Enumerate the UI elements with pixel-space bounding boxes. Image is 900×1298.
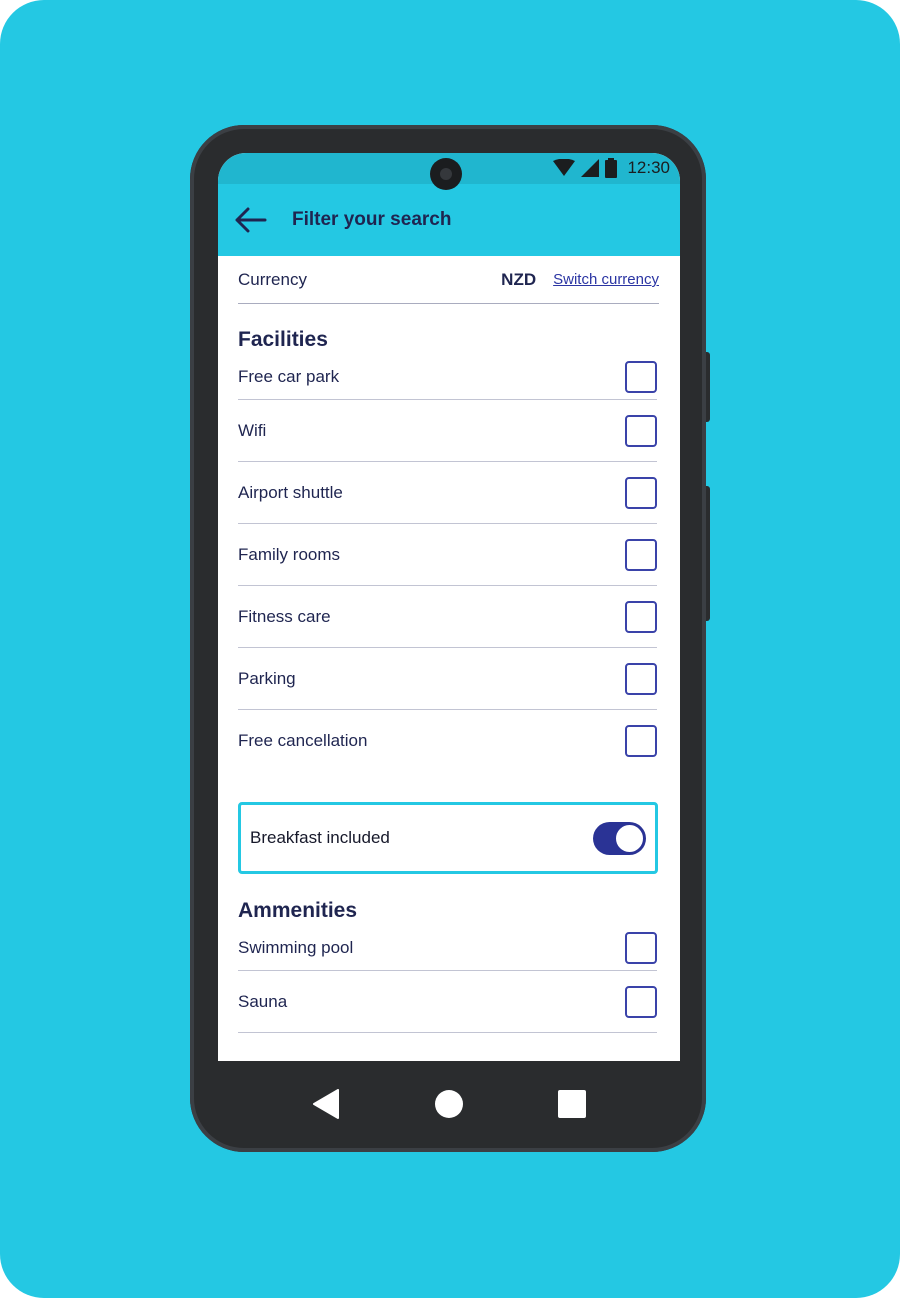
currency-row: Currency NZD Switch currency — [238, 256, 659, 304]
filter-content: Currency NZD Switch currency Facilities … — [238, 256, 660, 1033]
facility-row[interactable]: Parking — [238, 648, 657, 710]
facility-row[interactable]: Wifi — [238, 400, 657, 462]
status-time: 12:30 — [627, 158, 670, 177]
facility-label: Family rooms — [238, 544, 341, 564]
facility-label: Wifi — [238, 420, 267, 440]
nav-home-button[interactable] — [429, 1084, 469, 1124]
arrow-left-icon — [235, 207, 267, 233]
breakfast-toggle[interactable] — [593, 821, 646, 855]
wifi-checkbox[interactable] — [625, 414, 657, 447]
free-car-park-checkbox[interactable] — [625, 360, 657, 393]
breakfast-toggle-card[interactable]: Breakfast included — [238, 802, 658, 874]
free-cancellation-checkbox[interactable] — [625, 725, 657, 757]
signal-icon — [581, 159, 600, 177]
nav-back-icon — [312, 1088, 339, 1119]
facility-row[interactable]: Fitness care — [238, 586, 657, 648]
facility-row[interactable]: Free car park — [238, 354, 657, 400]
currency-label: Currency — [238, 269, 307, 289]
ammenity-row[interactable]: Sauna — [238, 971, 657, 1033]
facility-row[interactable]: Airport shuttle — [238, 462, 657, 524]
back-button[interactable] — [220, 184, 280, 256]
battery-icon — [605, 158, 618, 178]
ammenity-label: Sauna — [238, 991, 288, 1011]
family-rooms-checkbox[interactable] — [625, 538, 657, 571]
airport-shuttle-checkbox[interactable] — [625, 476, 657, 509]
page-title: Filter your search — [292, 209, 452, 230]
parking-checkbox[interactable] — [625, 662, 657, 695]
nav-back-button[interactable] — [306, 1084, 346, 1124]
breakfast-label: Breakfast included — [250, 828, 390, 847]
system-nav-bar — [218, 1061, 680, 1146]
toggle-knob — [615, 823, 644, 853]
switch-currency-link[interactable]: Switch currency — [553, 271, 659, 288]
currency-code: NZD — [501, 269, 537, 289]
wifi-icon — [553, 159, 576, 176]
facility-row[interactable]: Free cancellation — [238, 710, 657, 772]
nav-recents-icon — [558, 1089, 587, 1118]
sauna-checkbox[interactable] — [625, 985, 657, 1018]
status-bar: 12:30 — [218, 153, 680, 190]
nav-recents-button[interactable] — [552, 1084, 592, 1124]
status-icons: 12:30 — [553, 157, 670, 179]
nav-home-icon — [434, 1089, 463, 1118]
ammenity-row[interactable]: Swimming pool — [238, 925, 657, 971]
ammenity-label: Swimming pool — [238, 937, 354, 957]
front-camera — [430, 158, 462, 190]
facility-label: Airport shuttle — [238, 482, 343, 502]
facility-label: Free cancellation — [238, 731, 368, 750]
fitness-care-checkbox[interactable] — [625, 600, 657, 633]
phone-screen: 12:30 Filter your search Currency NZD Sw… — [218, 153, 680, 1061]
ammenities-heading: Ammenities — [238, 899, 358, 922]
facility-label: Free car park — [238, 366, 340, 386]
facility-row[interactable]: Family rooms — [238, 524, 657, 586]
app-bar: Filter your search — [218, 184, 680, 256]
facility-label: Parking — [238, 668, 296, 688]
facility-label: Fitness care — [238, 606, 331, 626]
swimming-pool-checkbox[interactable] — [625, 931, 657, 964]
facilities-heading: Facilities — [238, 328, 328, 351]
